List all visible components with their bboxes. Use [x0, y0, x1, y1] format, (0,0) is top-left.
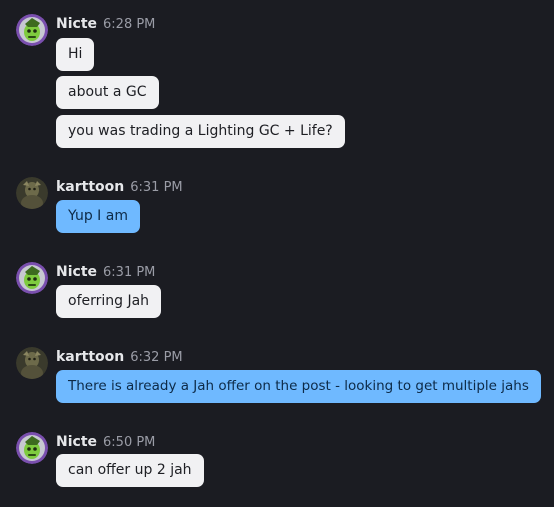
nicte-avatar-icon [16, 14, 48, 46]
author-name[interactable]: karttoon [56, 349, 124, 365]
message-bubble[interactable]: about a GC [56, 76, 159, 109]
timestamp: 6:32 PM [130, 350, 183, 365]
timestamp: 6:31 PM [103, 265, 156, 280]
message-bubble[interactable]: There is already a Jah offer on the post… [56, 370, 541, 403]
author-name[interactable]: Nicte [56, 16, 97, 32]
timestamp: 6:31 PM [130, 180, 183, 195]
karttoon-avatar-icon [16, 177, 48, 209]
chat-transcript: Nicte 6:28 PM Hi about a GC you was tradi… [0, 0, 554, 507]
author-name[interactable]: Nicte [56, 434, 97, 450]
karttoon-avatar-icon [16, 347, 48, 379]
author-name[interactable]: Nicte [56, 264, 97, 280]
message-bubble[interactable]: can offer up 2 jah [56, 454, 204, 487]
author-name[interactable]: karttoon [56, 179, 124, 195]
avatar[interactable] [16, 262, 48, 294]
message-header: Nicte 6:31 PM [56, 262, 155, 280]
message-bubble[interactable]: you was trading a Lighting GC + Life? [56, 115, 345, 148]
message-header: Nicte 6:28 PM [56, 14, 155, 32]
message-bubble[interactable]: Yup I am [56, 200, 140, 233]
message-bubble[interactable]: oferring Jah [56, 285, 162, 318]
avatar[interactable] [16, 432, 48, 464]
message-header: karttoon 6:32 PM [56, 347, 183, 365]
timestamp: 6:50 PM [103, 435, 156, 450]
message-header: karttoon 6:31 PM [56, 177, 183, 195]
timestamp: 6:28 PM [103, 17, 156, 32]
avatar[interactable] [16, 14, 48, 46]
message-bubble[interactable]: Hi [56, 38, 95, 71]
nicte-avatar-icon [16, 432, 48, 464]
message-header: Nicte 6:50 PM [56, 432, 155, 450]
nicte-avatar-icon [16, 262, 48, 294]
avatar[interactable] [16, 347, 48, 379]
avatar[interactable] [16, 177, 48, 209]
